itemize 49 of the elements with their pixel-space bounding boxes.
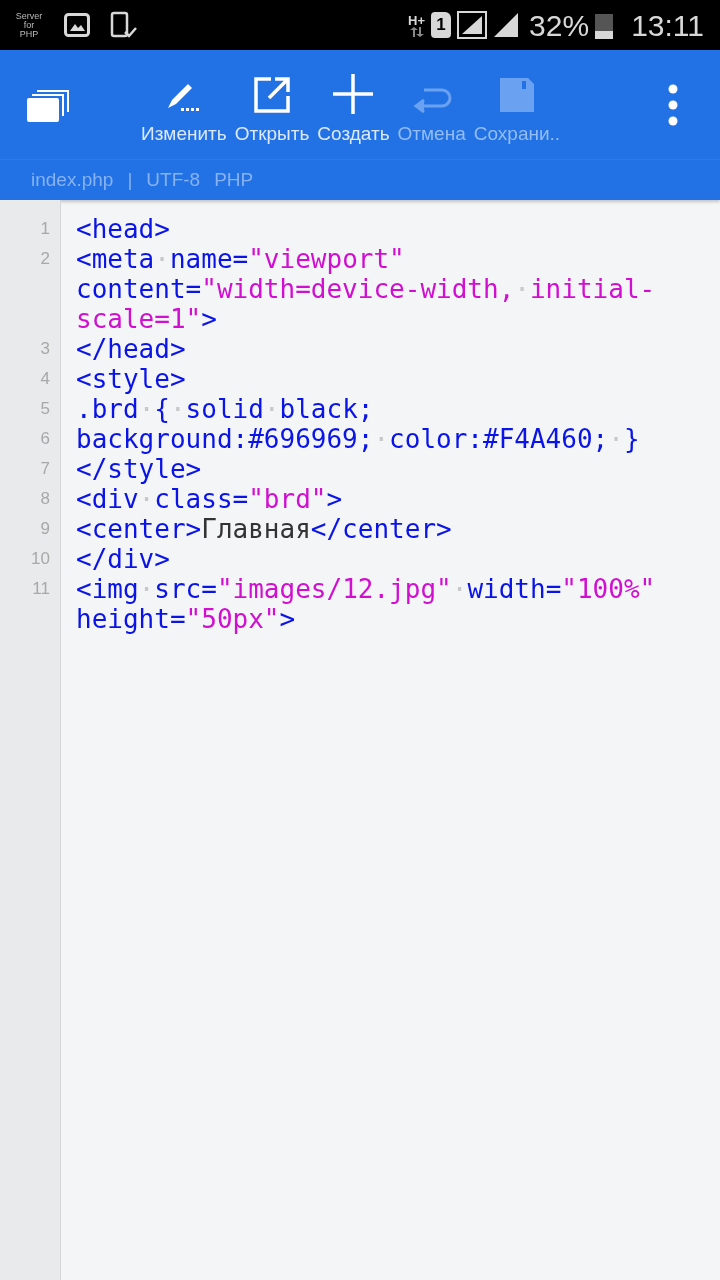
code-line: <meta·name="viewport" xyxy=(76,244,405,274)
code-line: <img·src="images/12.jpg"·width="100%" xyxy=(76,574,656,604)
code-line: .brd·{·solid·black; xyxy=(76,394,374,424)
more-icon[interactable] xyxy=(668,83,678,126)
image-icon xyxy=(64,13,90,37)
code-line: </div> xyxy=(76,544,170,574)
separator: | xyxy=(127,167,133,192)
sim-card: 1 xyxy=(431,12,452,38)
code-line: background:#696969;·color:#F4A460;·} xyxy=(76,424,640,454)
line-number: 4 xyxy=(40,368,50,390)
line-number: 3 xyxy=(40,338,50,360)
signal-icon xyxy=(457,11,488,39)
toolbar-button[interactable]: Изменить xyxy=(139,74,229,149)
signal-icon xyxy=(493,12,520,38)
code-line: scale=1"> xyxy=(76,304,217,334)
data-arrows-icon xyxy=(409,26,424,37)
windows-icon[interactable] xyxy=(27,87,69,122)
code-line: </head> xyxy=(76,334,186,364)
line-number: 2 xyxy=(40,248,50,270)
line-number: 11 xyxy=(32,578,50,600)
toolbar-button[interactable]: Открыть xyxy=(232,74,312,149)
line-number: 5 xyxy=(40,398,50,420)
tablet-check-icon xyxy=(110,11,138,39)
external-link-icon xyxy=(253,76,292,115)
line-number: 6 xyxy=(40,428,50,450)
network-type: H+ xyxy=(408,13,426,27)
code-line: <style> xyxy=(76,364,186,394)
line-number: 1 xyxy=(40,218,50,240)
line-number: 10 xyxy=(31,548,50,570)
line-number: 8 xyxy=(40,488,50,510)
battery-icon xyxy=(595,11,614,39)
language: PHP xyxy=(214,167,254,192)
badge-text: for xyxy=(23,20,35,30)
code-line: <div·class="brd"> xyxy=(76,484,343,514)
file-name: index.php xyxy=(31,167,114,192)
code-line: </style> xyxy=(76,454,202,484)
code-line: height="50px"> xyxy=(76,604,296,634)
code-line: content="width=device-width,·initial- xyxy=(76,274,656,304)
badge-text: Server xyxy=(15,11,43,21)
battery-percent: 32% xyxy=(529,7,590,44)
line-number: 7 xyxy=(40,458,50,480)
line-number: 9 xyxy=(40,518,50,540)
toolbar-button[interactable]: Создать xyxy=(315,74,392,149)
plus-icon xyxy=(333,74,374,115)
badge-text: PHP xyxy=(19,29,39,39)
code-line: <center>Главная</center> xyxy=(76,514,452,544)
encoding: UTF-8 xyxy=(146,167,201,192)
clock: 13:11 xyxy=(631,7,704,44)
code-line: <head> xyxy=(76,214,170,244)
